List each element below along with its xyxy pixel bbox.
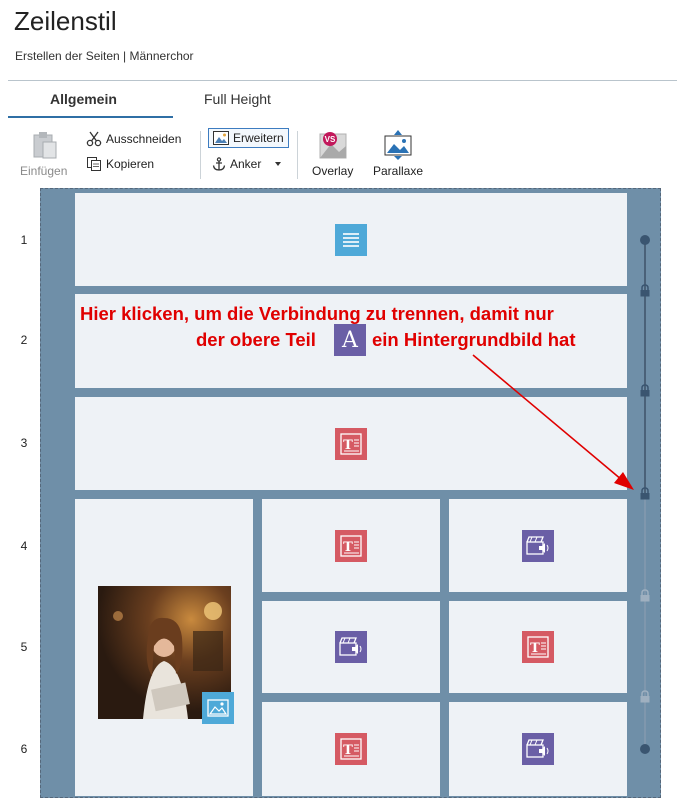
annotation-arrow xyxy=(472,354,634,490)
